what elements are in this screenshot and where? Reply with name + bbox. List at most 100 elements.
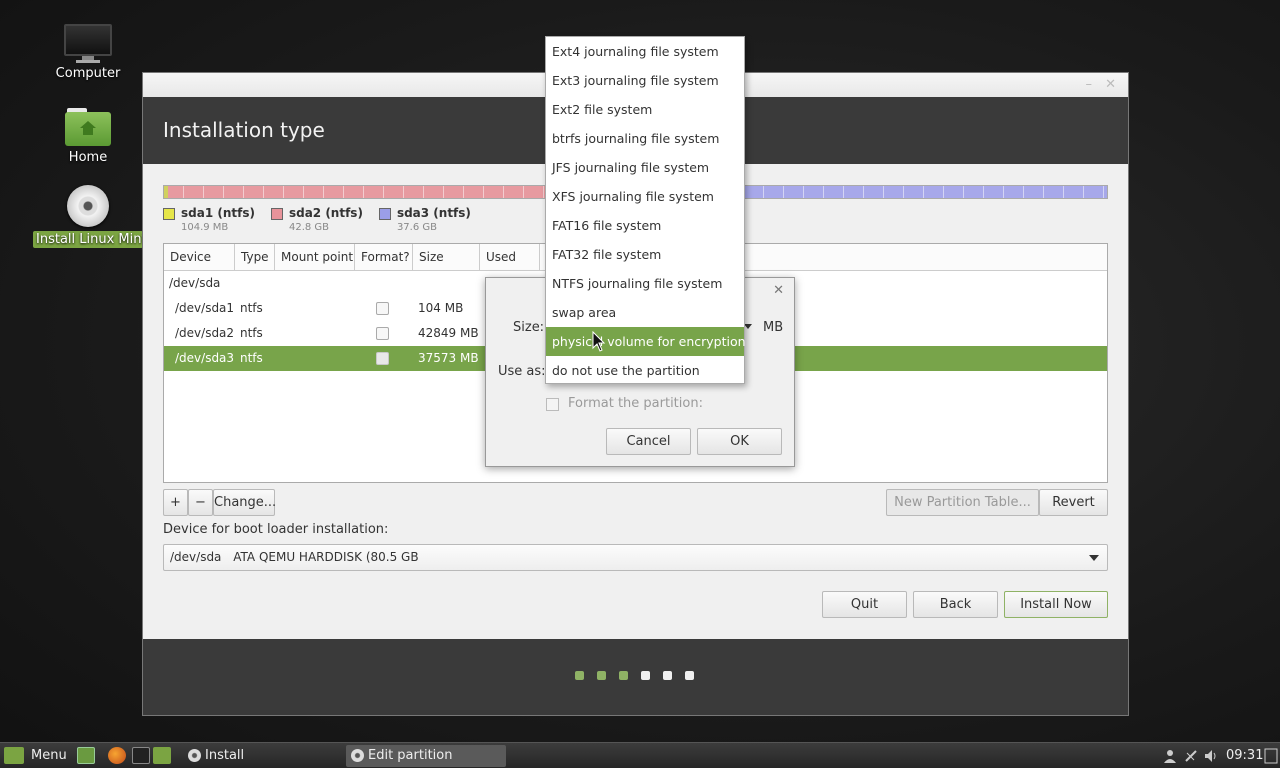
progress-dot xyxy=(619,671,628,680)
quit-button[interactable]: Quit xyxy=(822,591,907,618)
menu-item-ext2[interactable]: Ext2 file system xyxy=(546,95,744,124)
use-as-dropdown-menu: Ext4 journaling file system Ext3 journal… xyxy=(545,36,746,385)
install-linux-mint-label: Install Linux Mint xyxy=(33,231,147,248)
show-desktop-icon[interactable] xyxy=(77,747,95,764)
menu-item-do-not-use[interactable]: do not use the partition xyxy=(546,356,744,385)
task-install[interactable]: Install xyxy=(183,745,338,767)
legend-swatch xyxy=(270,208,283,220)
clock[interactable]: 09:31 xyxy=(1226,743,1263,768)
legend-size: 37.6 GB xyxy=(396,222,437,233)
cell-type: ntfs xyxy=(240,326,263,340)
menu-item-ext4[interactable]: Ext4 journaling file system xyxy=(546,37,744,66)
cell-device: /dev/sda2 xyxy=(175,326,235,340)
menu-item-encryption[interactable]: physical volume for encryption xyxy=(546,327,746,356)
format-partition-label: Format the partition: xyxy=(568,396,703,411)
menu-item-btrfs[interactable]: btrfs journaling file system xyxy=(546,124,744,153)
format-partition-option[interactable]: Format the partition: xyxy=(546,396,703,411)
page-title: Installation type xyxy=(163,118,325,142)
menu-label: Menu xyxy=(31,748,67,763)
progress-dot xyxy=(685,671,694,680)
install-now-button[interactable]: Install Now xyxy=(1004,591,1108,618)
mint-logo-icon xyxy=(4,747,24,764)
col-device[interactable]: Device xyxy=(164,244,235,270)
cell-size: 42849 MB xyxy=(418,326,479,340)
legend-item-sda2: sda2 (ntfs) 42.8 GB xyxy=(270,206,363,233)
disc-icon xyxy=(351,749,364,762)
menu-item-fat32[interactable]: FAT32 file system xyxy=(546,240,744,269)
legend-name: sda1 (ntfs) xyxy=(181,206,255,220)
legend-name: sda2 (ntfs) xyxy=(288,206,363,220)
workspace-icon[interactable] xyxy=(1264,748,1278,764)
col-mount-point[interactable]: Mount point xyxy=(275,244,355,270)
progress-dot xyxy=(663,671,672,680)
taskbar: Menu Install Edit partition 09:31 xyxy=(0,742,1280,768)
home-label: Home xyxy=(68,150,108,165)
progress-dot xyxy=(641,671,650,680)
home-desktop-icon[interactable]: Home xyxy=(40,108,136,165)
format-checkbox[interactable] xyxy=(376,327,389,340)
bootloader-desc: ATA QEMU HARDDISK (80.5 GB xyxy=(233,550,419,564)
ok-button[interactable]: OK xyxy=(697,428,782,455)
minimize-button[interactable]: – xyxy=(1086,77,1093,92)
col-size[interactable]: Size xyxy=(413,244,480,270)
legend-size: 42.8 GB xyxy=(288,222,330,233)
legend-swatch xyxy=(378,208,391,220)
progress-footer xyxy=(143,639,1128,715)
menu-item-xfs[interactable]: XFS journaling file system xyxy=(546,182,744,211)
format-partition-checkbox[interactable] xyxy=(546,398,559,411)
bootloader-device-select[interactable]: /dev/sda ATA QEMU HARDDISK (80.5 GB xyxy=(163,544,1108,571)
chevron-down-icon xyxy=(1089,555,1099,561)
bootloader-label: Device for boot loader installation: xyxy=(163,522,389,537)
cancel-button[interactable]: Cancel xyxy=(606,428,691,455)
legend-name: sda3 (ntfs) xyxy=(396,206,471,220)
cell-size: 104 MB xyxy=(418,301,464,315)
network-icon[interactable] xyxy=(1184,749,1198,763)
back-button[interactable]: Back xyxy=(913,591,998,618)
legend-swatch xyxy=(163,208,175,220)
mouse-cursor-icon xyxy=(592,331,606,352)
home-folder-icon xyxy=(65,108,111,146)
revert-button[interactable]: Revert xyxy=(1039,489,1108,516)
cell-size: 37573 MB xyxy=(418,351,479,365)
computer-icon xyxy=(64,24,112,63)
files-icon[interactable] xyxy=(153,747,171,764)
col-format[interactable]: Format? xyxy=(355,244,413,270)
progress-dot xyxy=(597,671,606,680)
size-label: Size: xyxy=(513,320,545,335)
format-checkbox[interactable] xyxy=(376,302,389,315)
menu-item-ext3[interactable]: Ext3 journaling file system xyxy=(546,66,744,95)
menu-item-ntfs[interactable]: NTFS journaling file system xyxy=(546,269,744,298)
new-partition-table-button[interactable]: New Partition Table... xyxy=(886,489,1039,516)
use-as-label: Use as: xyxy=(498,364,546,379)
computer-desktop-icon[interactable]: Computer xyxy=(40,24,136,81)
remove-partition-button[interactable]: − xyxy=(188,489,213,516)
col-type[interactable]: Type xyxy=(235,244,275,270)
volume-icon[interactable] xyxy=(1204,749,1218,763)
task-edit-partition[interactable]: Edit partition xyxy=(346,745,506,767)
legend-item-sda1: sda1 (ntfs) 104.9 MB xyxy=(163,206,255,233)
user-icon[interactable] xyxy=(1163,749,1177,763)
menu-item-jfs[interactable]: JFS journaling file system xyxy=(546,153,744,182)
menu-item-swap[interactable]: swap area xyxy=(546,298,744,327)
legend-size: 104.9 MB xyxy=(181,222,229,233)
col-used[interactable]: Used xyxy=(480,244,540,270)
disc-icon xyxy=(67,185,109,227)
progress-dot xyxy=(575,671,584,680)
cell-device: /dev/sda1 xyxy=(175,301,235,315)
add-partition-button[interactable]: + xyxy=(163,489,188,516)
size-unit: MB xyxy=(763,320,784,335)
menu-item-fat16[interactable]: FAT16 file system xyxy=(546,211,744,240)
close-window-button[interactable]: ✕ xyxy=(1105,77,1116,92)
firefox-icon[interactable] xyxy=(108,747,126,764)
install-linux-mint-desktop-icon[interactable]: Install Linux Mint xyxy=(33,185,147,248)
terminal-icon[interactable] xyxy=(132,747,150,764)
bootloader-device: /dev/sda xyxy=(170,550,222,564)
disc-icon xyxy=(188,749,201,762)
cell-type: ntfs xyxy=(240,351,263,365)
format-checkbox[interactable] xyxy=(376,352,389,365)
partition-legend: sda1 (ntfs) 104.9 MB sda2 (ntfs) 42.8 GB… xyxy=(163,206,471,233)
cell-type: ntfs xyxy=(240,301,263,315)
menu-button[interactable]: Menu xyxy=(4,743,67,768)
change-partition-button[interactable]: Change... xyxy=(213,489,276,516)
close-dialog-button[interactable]: ✕ xyxy=(773,283,784,298)
